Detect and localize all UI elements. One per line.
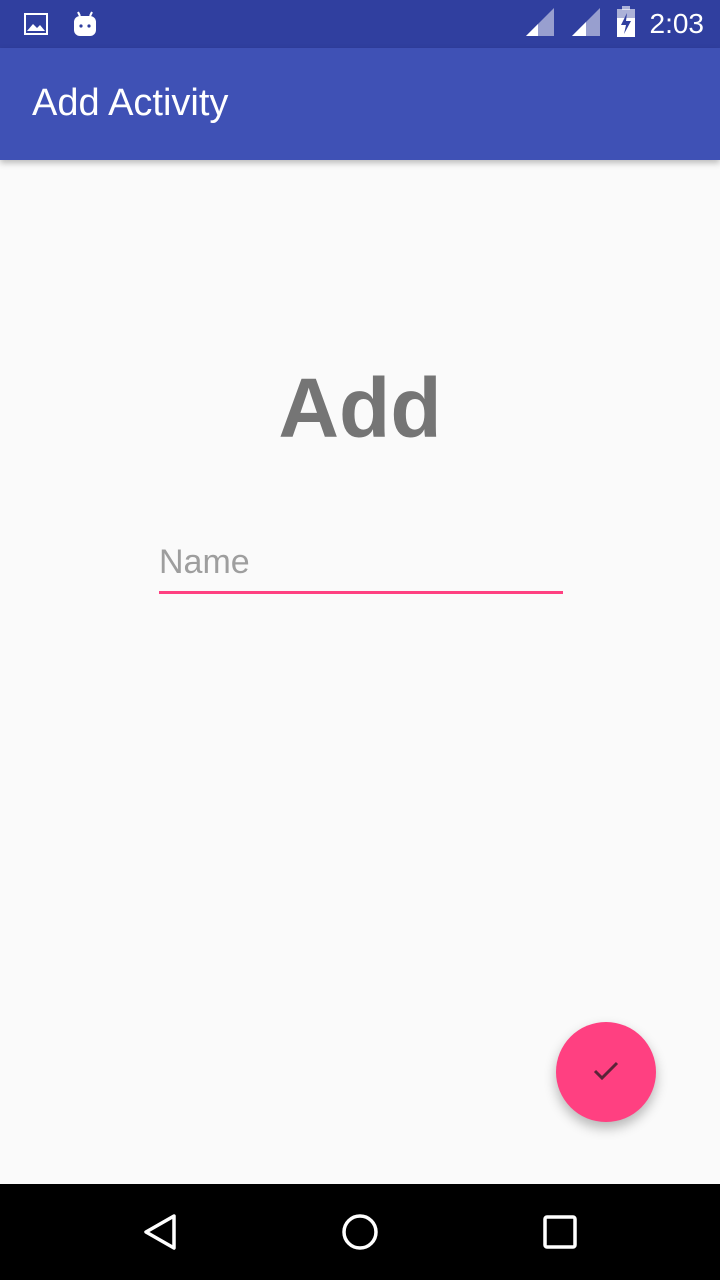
home-icon[interactable] [340, 1212, 380, 1252]
app-bar: Add Activity [0, 48, 720, 160]
signal-icon [570, 6, 602, 43]
confirm-fab-button[interactable] [556, 1022, 656, 1122]
status-bar: 2:03 [0, 0, 720, 48]
battery-charging-icon [616, 5, 636, 43]
check-icon [590, 1054, 622, 1091]
signal-icon [524, 6, 556, 43]
system-status: 2:03 [524, 0, 705, 48]
back-icon[interactable] [140, 1212, 180, 1252]
clock: 2:03 [649, 8, 705, 39]
page-heading: Add [278, 361, 442, 455]
image-icon [24, 12, 48, 41]
notification-icons [24, 10, 98, 43]
app-title: Add Activity [32, 82, 229, 124]
android-icon [72, 10, 98, 43]
recents-icon[interactable] [540, 1212, 580, 1252]
navigation-bar [0, 1184, 720, 1280]
name-input[interactable] [159, 540, 563, 594]
